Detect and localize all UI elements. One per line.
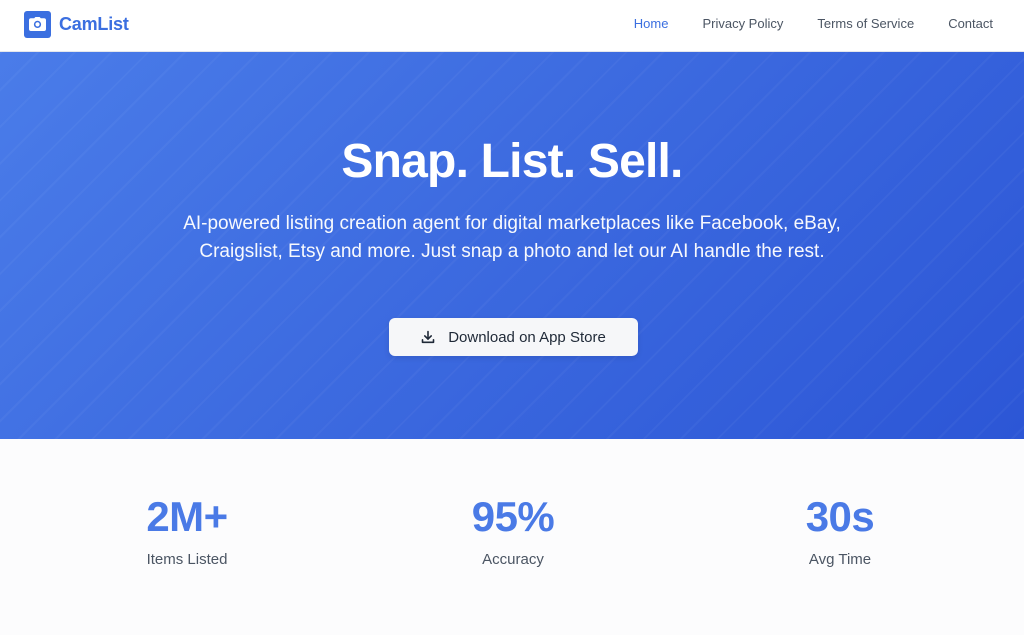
stat-value: 95% — [471, 493, 555, 540]
brand-logo-link[interactable]: CamList — [24, 10, 129, 38]
download-app-store-button[interactable]: Download on App Store — [389, 318, 638, 356]
stats-section: 2M+ Items Listed 95% Accuracy 30s Avg Ti… — [0, 439, 1024, 635]
site-header: CamList Home Privacy Policy Terms of Ser… — [0, 0, 1024, 52]
stat-label: Avg Time — [808, 551, 872, 568]
stat-items-listed: 2M+ Items Listed — [87, 493, 287, 569]
hero-section: Snap. List. Sell. AI-powered listing cre… — [0, 52, 1024, 439]
stat-value: 2M+ — [146, 493, 228, 540]
download-button-label: Download on App Store — [448, 328, 606, 346]
hero-subtitle: AI-powered listing creation agent for di… — [183, 213, 841, 262]
brand-name: CamList — [59, 13, 129, 34]
stat-label: Accuracy — [482, 551, 544, 568]
nav-link-terms-of-service[interactable]: Terms of Service — [817, 16, 914, 31]
download-icon — [421, 330, 435, 344]
nav-link-privacy-policy[interactable]: Privacy Policy — [702, 16, 783, 31]
hero-title: Snap. List. Sell. — [341, 135, 683, 188]
nav-link-contact[interactable]: Contact — [948, 16, 993, 31]
stat-accuracy: 95% Accuracy — [413, 493, 613, 569]
stat-label: Items Listed — [146, 551, 228, 568]
stat-value: 30s — [805, 493, 875, 540]
camera-icon — [24, 10, 51, 38]
main-nav: Home Privacy Policy Terms of Service Con… — [600, 0, 993, 46]
stat-avg-time: 30s Avg Time — [740, 493, 940, 569]
nav-link-home[interactable]: Home — [634, 16, 669, 31]
